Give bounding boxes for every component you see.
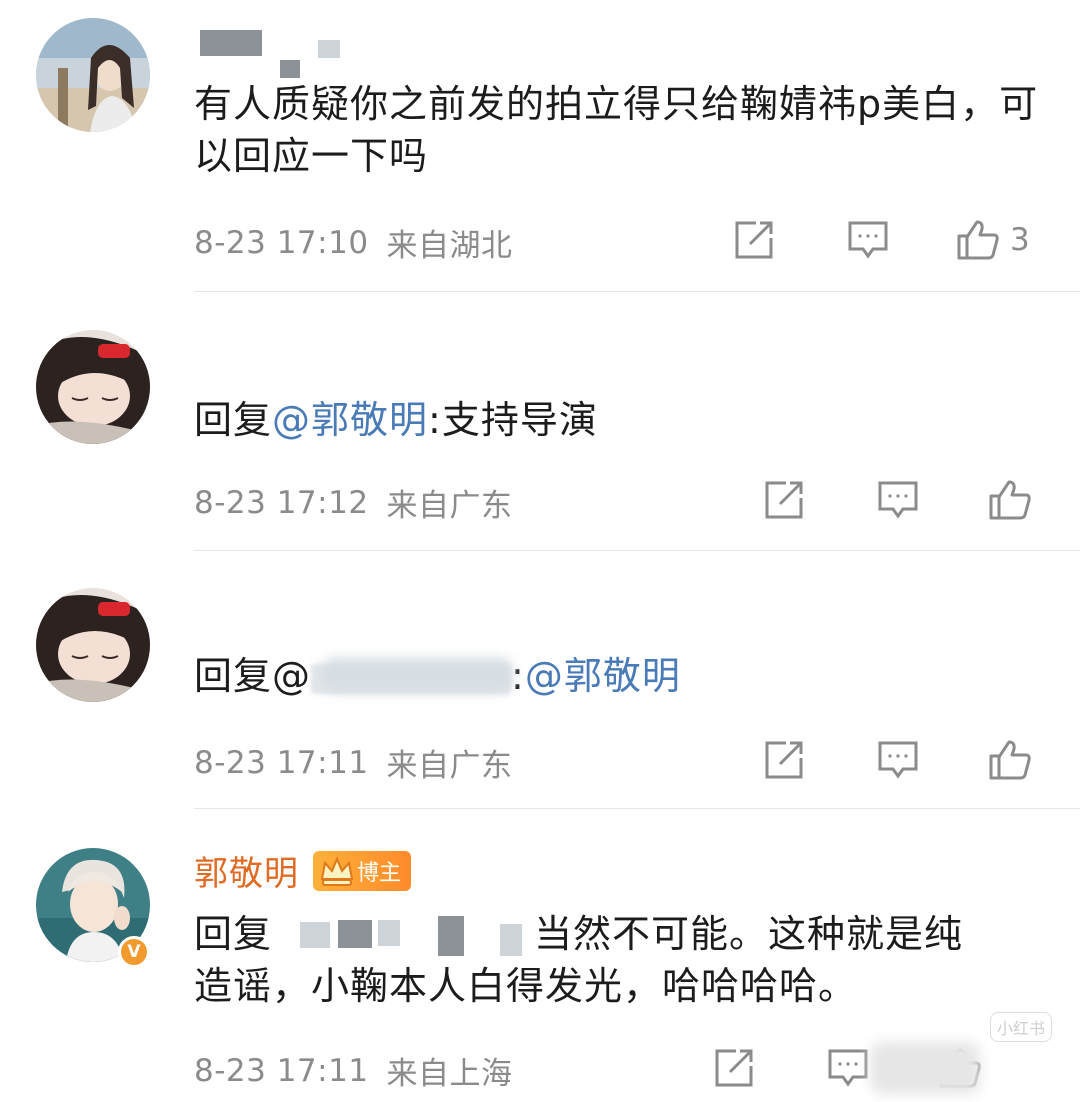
redaction-blur [870,1042,980,1094]
share-button[interactable] [732,218,776,262]
badge-label: 博主 [357,860,402,886]
share-icon [735,221,773,259]
comment-meta: 8-23 17:11 来自上海 [194,1048,513,1093]
avatar[interactable] [36,18,150,132]
comment-meta: 8-23 17:12 来自广东 [194,480,513,525]
like-button[interactable] [988,478,1032,522]
reply-text: 支持导演 [441,398,598,442]
comment-icon [878,741,918,779]
redacted-username-block [500,924,522,956]
share-icon [765,481,803,519]
divider [194,808,1080,809]
watermark: 小红书 [990,1012,1053,1042]
comment-button[interactable] [876,478,920,522]
comment-icon [878,481,918,519]
reply-prefix: 回复@ [194,654,312,698]
share-button[interactable] [762,478,806,522]
like-icon [989,740,1031,780]
verified-mark: V [127,942,141,962]
share-button[interactable] [712,1046,756,1090]
comment-text: 有人质疑你之前发的拍立得只给鞠婧祎p美白，可以回应一下吗 [194,82,1039,178]
reply-colon: : [428,398,442,442]
like-icon [989,480,1031,520]
comment-button[interactable] [846,218,890,262]
redacted-username-block [280,60,300,78]
location: 来自上海 [386,1056,513,1092]
reply-colon: : [511,654,525,698]
reply-text-line-1: 当然不可能。这种就是纯 [534,912,964,956]
timestamp: 8-23 17:11 [194,744,369,781]
username[interactable]: 郭敬明 [194,846,299,895]
like-button[interactable] [988,738,1032,782]
divider [194,550,1080,551]
blogger-badge: 博主 [313,850,412,891]
timestamp: 8-23 17:11 [194,1052,369,1089]
verified-badge-icon: V [118,936,150,968]
comment-feed: 有人质疑你之前发的拍立得只给鞠婧祎p美白，可以回应一下吗 8-23 17:10 … [0,0,1080,1102]
redacted-username-block [200,30,262,56]
comment-button[interactable] [876,738,920,782]
location: 来自湖北 [386,228,513,264]
mention-link[interactable]: @郭敬明 [525,654,681,698]
comment-button[interactable] [826,1046,870,1090]
comment-line-2: 造谣，小鞠本人白得发光，哈哈哈哈。 [194,964,858,1008]
redacted-username-block [318,40,340,58]
location: 来自广东 [386,748,513,784]
share-icon [765,741,803,779]
like-icon [957,220,999,260]
reply-prefix: 回复 [194,398,273,442]
timestamp: 8-23 17:10 [194,224,369,261]
redacted-username-block [438,916,464,956]
redaction-blur [322,658,512,692]
comment-meta: 8-23 17:10 来自湖北 [194,220,513,265]
like-button[interactable]: 3 [956,218,1030,262]
comment-item: 有人质疑你之前发的拍立得只给鞠婧祎p美白，可以回应一下吗 8-23 17:10 … [0,0,1080,292]
comment-icon [828,1049,868,1087]
username-row: 郭敬明 博主 [194,846,412,895]
redacted-username-block [338,920,372,948]
redacted-username-block [300,922,330,948]
location: 来自广东 [386,488,513,524]
redacted-username-block [378,920,400,946]
comment-item: 回复@:@郭敬明 8-23 17:11 来自广东 [0,552,1080,810]
comment-item: 回复@郭敬明:支持导演 8-23 17:12 来自广东 [0,292,1080,552]
timestamp: 8-23 17:12 [194,484,369,521]
comment-meta: 8-23 17:11 来自广东 [194,740,513,785]
share-icon [715,1049,753,1087]
like-count: 3 [1010,222,1030,258]
reply-prefix: 回复 [194,912,273,956]
comment-text: 回复@郭敬明:支持导演 [194,394,1044,446]
crown-icon [320,855,354,886]
comment-item: V 郭敬明 博主 回复 当然不可能。这种就是纯 造谣，小鞠本人白得发光，哈哈哈哈。… [0,810,1080,1102]
share-button[interactable] [762,738,806,782]
comment-icon [848,221,888,259]
mention-link[interactable]: @郭敬明 [272,398,428,442]
avatar[interactable] [36,330,150,444]
avatar[interactable] [36,588,150,702]
